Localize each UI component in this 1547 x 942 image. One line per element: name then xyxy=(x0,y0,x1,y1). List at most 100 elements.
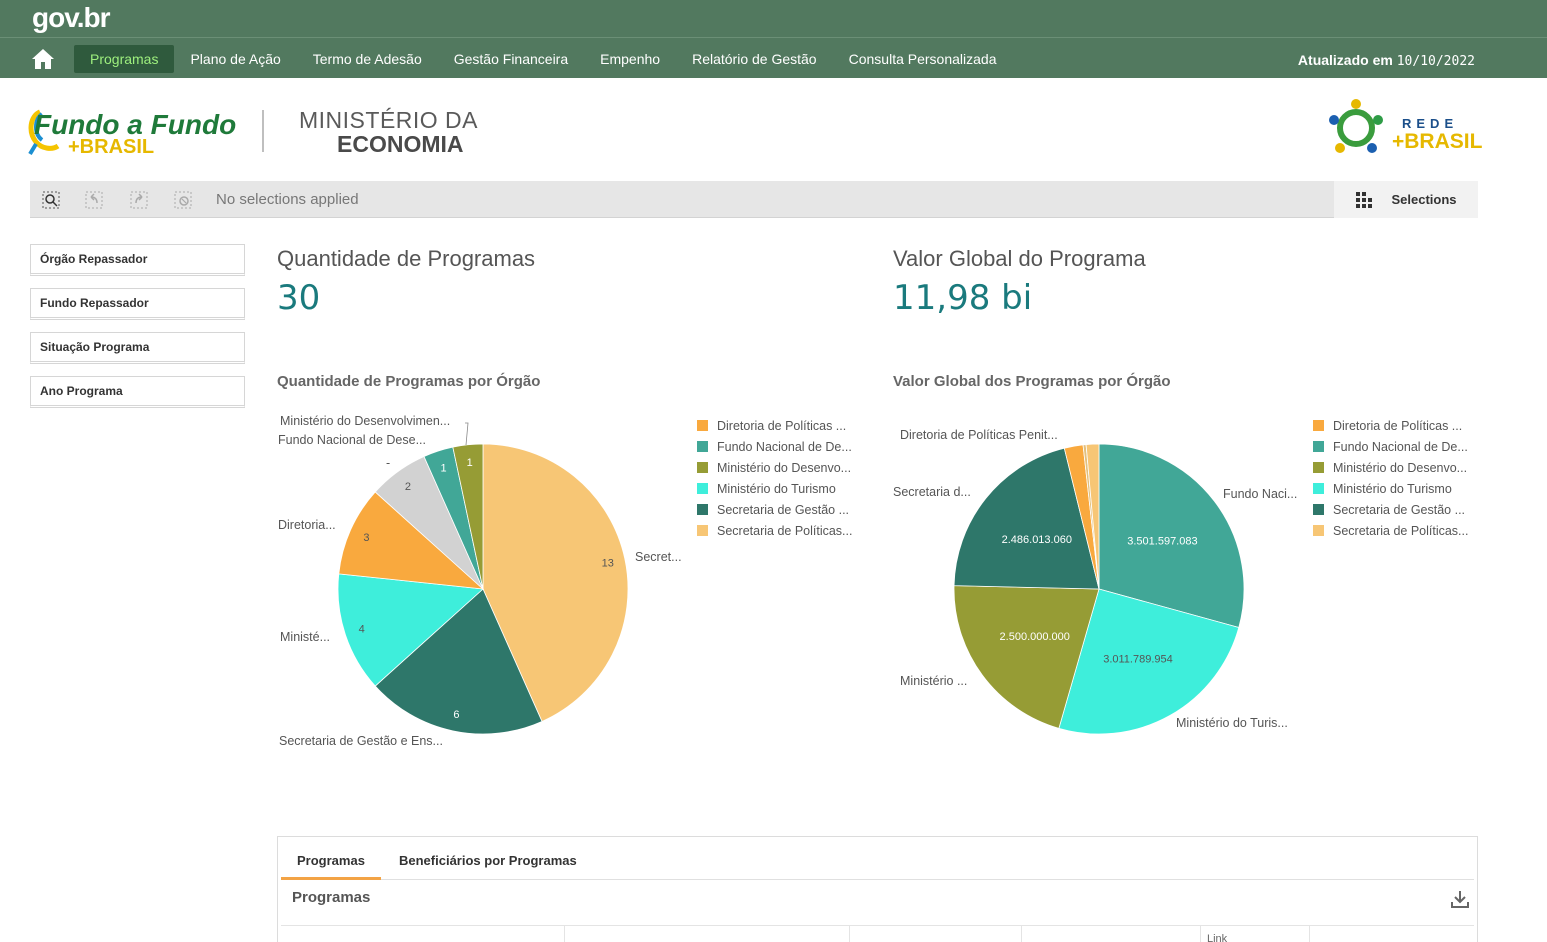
pie-leader-line xyxy=(465,422,469,446)
step-forward-icon[interactable] xyxy=(129,190,149,210)
filter-orgao-repassador[interactable]: Órgão Repassador xyxy=(30,244,245,276)
panel-tabs: Programas Beneficiários por Programas xyxy=(281,837,1474,880)
column-header-link[interactable]: Link xyxy=(1207,933,1227,942)
legend-item[interactable]: Ministério do Turismo xyxy=(697,478,852,499)
legend-item[interactable]: Secretaria de Políticas... xyxy=(1313,520,1468,541)
rede-brasil-logo: REDE +BRASIL xyxy=(1329,99,1483,153)
programas-panel: Programas Beneficiários por Programas Pr… xyxy=(277,836,1478,942)
legend-label: Secretaria de Políticas... xyxy=(1333,523,1469,538)
pie-value-label: 2 xyxy=(405,481,411,493)
table-header: Link xyxy=(281,925,1474,942)
top-header: gov.br Programas Plano de Ação Termo de Ad… xyxy=(0,0,1547,78)
nav-item-termo-de-adesao[interactable]: Termo de Adesão xyxy=(297,45,438,73)
active-tab-indicator xyxy=(281,877,381,880)
smart-search-icon[interactable] xyxy=(41,190,61,210)
ministerio-line2: ECONOMIA xyxy=(337,131,464,157)
pie-value-label: 13 xyxy=(602,557,614,569)
legend-swatch xyxy=(1313,525,1324,536)
column-divider xyxy=(564,926,565,942)
nav-item-plano-de-acao[interactable]: Plano de Ação xyxy=(174,45,296,73)
selections-button[interactable]: Selections xyxy=(1334,181,1478,218)
kpi-quantidade-value[interactable]: 30 xyxy=(277,278,320,318)
legend-item[interactable]: Secretaria de Gestão ... xyxy=(697,499,852,520)
rede-logo-line1: REDE xyxy=(1402,116,1458,131)
legend-item[interactable]: Ministério do Turismo xyxy=(1313,478,1468,499)
legend-label: Diretoria de Políticas ... xyxy=(1333,418,1463,433)
chart2-legend: Diretoria de Políticas ... Fundo Nacional… xyxy=(1313,415,1468,541)
legend-swatch xyxy=(697,525,708,536)
kpi-quantidade-title: Quantidade de Programas xyxy=(277,246,536,271)
legend-swatch xyxy=(1313,483,1324,494)
legend-label: Fundo Nacional de De... xyxy=(1333,439,1468,454)
pie-category-label: Fundo Naci... xyxy=(1223,487,1297,501)
kpi-valor-value[interactable]: 11,98 bi xyxy=(893,278,1032,318)
pie-category-label: Ministé... xyxy=(280,630,330,644)
legend-item[interactable]: Secretaria de Gestão ... xyxy=(1313,499,1468,520)
legend-item[interactable]: Secretaria de Políticas... xyxy=(697,520,852,541)
pie-value-label: 3.011.789.954 xyxy=(1103,654,1173,666)
home-icon[interactable] xyxy=(30,46,56,72)
chart1-quantidade-pie[interactable]: 13 Secret...6Secretaria de Gestão e Ens..… xyxy=(270,405,690,755)
panel-title: Programas xyxy=(292,889,371,906)
chart1-legend: Diretoria de Políticas ... Fundo Nacional… xyxy=(697,415,852,541)
header-divider xyxy=(0,37,1547,38)
legend-item[interactable]: Diretoria de Políticas ... xyxy=(697,415,852,436)
legend-swatch xyxy=(1313,420,1324,431)
pie-category-label: - xyxy=(386,456,390,470)
column-divider xyxy=(1309,926,1310,942)
pie-value-label: 6 xyxy=(453,709,459,721)
chart2-valor-pie[interactable]: 3.501.597.083 Fundo Naci... 3.011.789.954 M… xyxy=(886,405,1306,755)
tab-beneficiarios[interactable]: Beneficiários por Programas xyxy=(399,853,577,868)
nav-item-empenho[interactable]: Empenho xyxy=(584,45,676,73)
nav-item-consulta-personalizada[interactable]: Consulta Personalizada xyxy=(833,45,1013,73)
filter-fundo-repassador[interactable]: Fundo Repassador xyxy=(30,288,245,320)
legend-item[interactable]: Fundo Nacional de De... xyxy=(1313,436,1468,457)
nav-item-relatorio-de-gestao[interactable]: Relatório de Gestão xyxy=(676,45,833,73)
fundo-logo-line2: +BRASIL xyxy=(68,136,154,158)
pie-category-label: Diretoria... xyxy=(278,518,336,532)
no-selections-text: No selections applied xyxy=(216,191,359,208)
clear-selections-icon[interactable] xyxy=(173,190,193,210)
legend-label: Diretoria de Políticas ... xyxy=(717,418,847,433)
pie-category-label: Fundo Nacional de Dese... xyxy=(278,433,426,447)
fundo-a-fundo-logo: Fundo a Fundo +BRASIL xyxy=(28,109,236,158)
legend-swatch xyxy=(697,462,708,473)
legend-item[interactable]: Ministério do Desenvo... xyxy=(697,457,852,478)
nav-item-gestao-financeira[interactable]: Gestão Financeira xyxy=(438,45,584,73)
pie-value-label: 3.501.597.083 xyxy=(1127,536,1197,548)
pie-category-label: Ministério do Turis... xyxy=(1176,716,1288,730)
legend-swatch xyxy=(1313,504,1324,515)
app-root: gov.br Programas Plano de Ação Termo de Ad… xyxy=(0,0,1547,942)
pie-value-label: 2.500.000.000 xyxy=(1000,631,1070,643)
legend-swatch xyxy=(1313,462,1324,473)
selections-grid-icon xyxy=(1356,191,1373,208)
nav-item-programas[interactable]: Programas xyxy=(74,45,175,73)
legend-item[interactable]: Diretoria de Políticas ... xyxy=(1313,415,1468,436)
legend-swatch xyxy=(697,420,708,431)
rede-logo-line2: +BRASIL xyxy=(1392,130,1483,153)
chart1-title: Quantidade de Programas por Órgão xyxy=(277,373,541,390)
legend-label: Ministério do Turismo xyxy=(717,481,836,496)
step-back-icon[interactable] xyxy=(84,190,104,210)
column-divider xyxy=(849,926,850,942)
legend-label: Ministério do Desenvo... xyxy=(717,460,852,475)
legend-label: Secretaria de Gestão ... xyxy=(1333,502,1466,517)
legend-item[interactable]: Fundo Nacional de De... xyxy=(697,436,852,457)
pie-value-label: 1 xyxy=(441,463,447,475)
ministerio-logo: MINISTÉRIO DA ECONOMIA xyxy=(299,108,478,156)
legend-label: Secretaria de Políticas... xyxy=(717,523,853,538)
tab-programas[interactable]: Programas xyxy=(297,853,365,868)
filter-ano-programa[interactable]: Ano Programa xyxy=(30,376,245,408)
selection-bar: No selections applied Selections xyxy=(30,181,1478,218)
column-divider xyxy=(1200,926,1201,942)
legend-label: Ministério do Desenvo... xyxy=(1333,460,1468,475)
govbr-logo[interactable]: gov.br xyxy=(32,2,110,34)
pie-category-label: Ministério do Desenvolvimen... xyxy=(280,414,450,428)
filter-situacao-programa[interactable]: Situação Programa xyxy=(30,332,245,364)
legend-item[interactable]: Ministério do Desenvo... xyxy=(1313,457,1468,478)
pie-category-label: Ministério ... xyxy=(900,674,967,688)
legend-label: Fundo Nacional de De... xyxy=(717,439,852,454)
updated-label: Atualizado em xyxy=(1297,52,1393,68)
pie-category-label: Diretoria de Políticas Penit... xyxy=(900,428,1058,442)
download-icon[interactable] xyxy=(1449,888,1471,910)
